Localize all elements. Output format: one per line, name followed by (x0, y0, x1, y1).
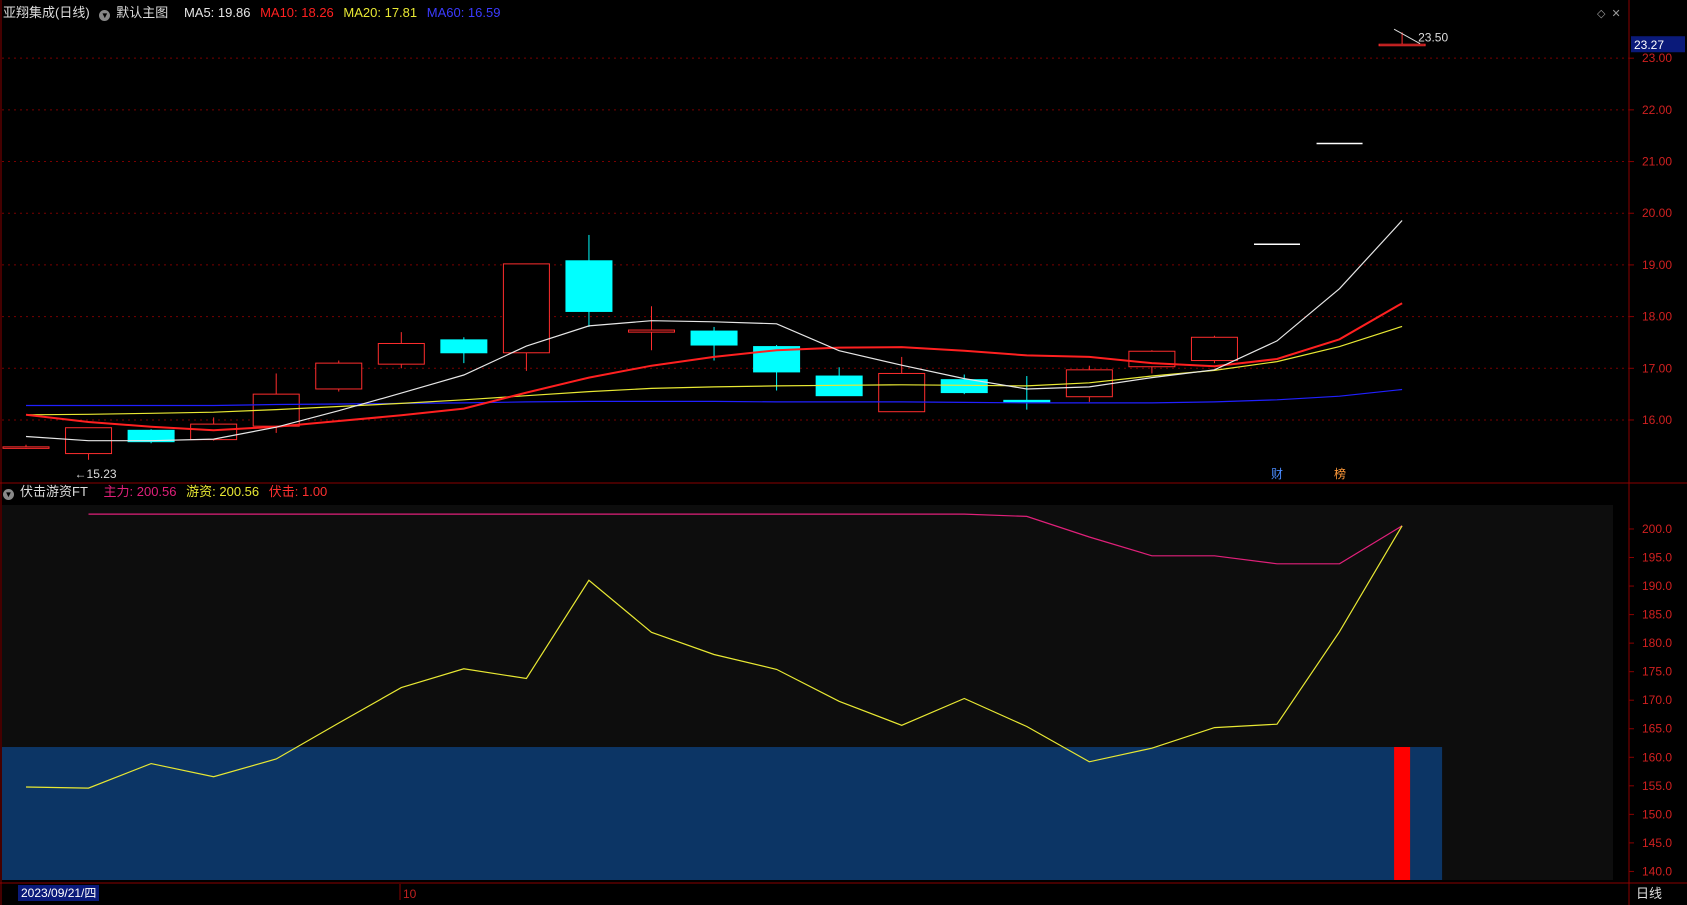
candle-body (878, 372, 926, 413)
indicator-tick-label: 180.0 (1642, 636, 1672, 650)
stock-chart[interactable]: 16.00 17.00 18.00 19.00 20.00 21.00 22.00 23.00… (0, 0, 1687, 905)
indicator-tick-label: 145.0 (1642, 836, 1672, 850)
ambush-signal-bar (1394, 747, 1411, 880)
candle-body (502, 263, 550, 354)
candle-body (565, 260, 613, 312)
candle-body (440, 339, 488, 354)
candle-body (315, 362, 363, 390)
indicator-tick-label: 165.0 (1642, 722, 1672, 736)
indicator-tick-label: 160.0 (1642, 750, 1672, 764)
candle-body (1190, 336, 1238, 362)
price-tick-label: 22.00 (1642, 103, 1672, 117)
candle-body (190, 423, 238, 441)
price-tick-label: 19.00 (1642, 258, 1672, 272)
indicator-tick-label: 155.0 (1642, 779, 1672, 793)
indicator-tick-label: 140.0 (1642, 864, 1672, 878)
finance-marker: 财 (1271, 467, 1283, 481)
indicator-tick-label: 190.0 (1642, 579, 1672, 593)
indicator-tick-label: 200.0 (1642, 522, 1672, 536)
indicator-tick-label: 195.0 (1642, 551, 1672, 565)
price-tick-label: 17.00 (1642, 361, 1672, 375)
price-tick-label: 18.00 (1642, 310, 1672, 324)
indicator-tick-label: 185.0 (1642, 608, 1672, 622)
candle-body (1378, 43, 1426, 47)
indicator-tick-label: 150.0 (1642, 807, 1672, 821)
price-tick-label: 23.00 (1642, 51, 1672, 65)
candle-body (377, 342, 425, 365)
price-tick-label: 16.00 (1642, 413, 1672, 427)
list-marker: 榜 (1334, 466, 1346, 481)
high-pointer (1393, 28, 1421, 45)
price-tick-label: 21.00 (1642, 155, 1672, 169)
indicator-tick-label: 170.0 (1642, 693, 1672, 707)
indicator-tick-label: 175.0 (1642, 665, 1672, 679)
price-tick-label: 20.00 (1642, 206, 1672, 220)
candle-body (2, 446, 50, 449)
candle-body (690, 330, 738, 346)
month-tick-label: 10 (403, 887, 417, 901)
high-label: 23.50 (1418, 30, 1448, 44)
ambush-zone (2, 747, 1443, 880)
candle-body (1003, 399, 1051, 403)
ma60-line (26, 388, 1403, 407)
low-label: ←15.23 (75, 467, 117, 481)
last-price-label: 23.27 (1634, 38, 1664, 52)
candle-body (628, 329, 675, 333)
